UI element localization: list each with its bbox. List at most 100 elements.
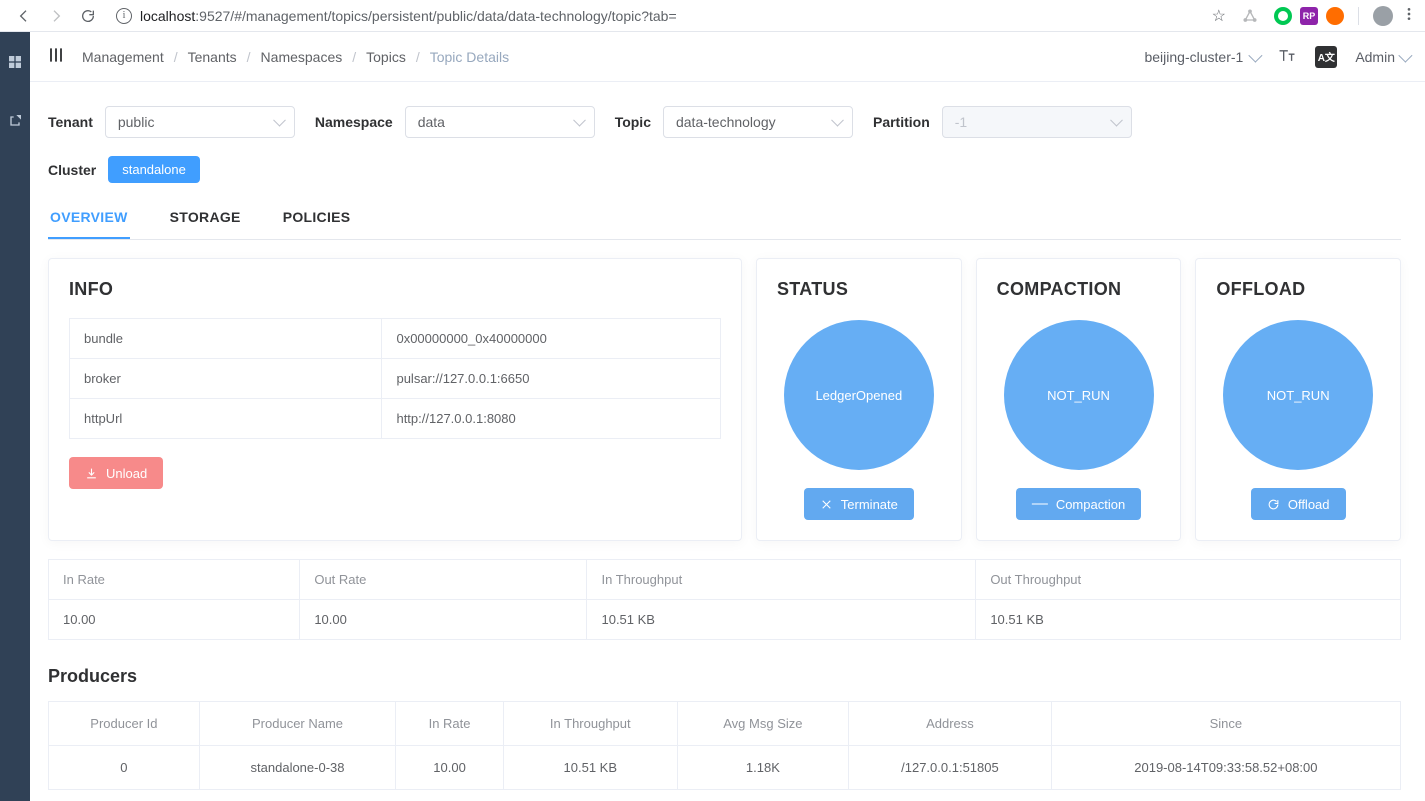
external-link-icon[interactable] — [7, 113, 23, 132]
translate-icon[interactable]: A文 — [1315, 46, 1337, 68]
partition-value: -1 — [955, 114, 967, 130]
rp-ext-icon[interactable]: RP — [1300, 7, 1318, 25]
partition-select: -1 — [942, 106, 1132, 138]
info-card: INFO bundle 0x00000000_0x40000000 broker… — [48, 258, 742, 541]
crumb-sep: / — [416, 49, 420, 65]
tab-overview[interactable]: OVERVIEW — [48, 209, 130, 239]
sidebar — [0, 32, 30, 801]
crumb-topics[interactable]: Topics — [366, 49, 406, 65]
namespace-label: Namespace — [315, 114, 393, 130]
producers-heading: Producers — [48, 666, 1401, 687]
cell-producer-id: 0 — [49, 746, 200, 790]
info-title: INFO — [69, 279, 721, 300]
cell-out-throughput: 10.51 KB — [976, 600, 1401, 640]
col-producer-id: Producer Id — [49, 702, 200, 746]
tab-storage[interactable]: STORAGE — [168, 209, 243, 239]
unload-label: Unload — [106, 466, 147, 481]
crumb-namespaces[interactable]: Namespaces — [261, 49, 343, 65]
col-in-rate: In Rate — [49, 560, 300, 600]
cluster-dropdown[interactable]: beijing-cluster-1 — [1144, 49, 1259, 65]
url-bar[interactable]: i localhost:9527/#/management/topics/per… — [116, 8, 1200, 24]
browser-chrome: i localhost:9527/#/management/topics/per… — [0, 0, 1425, 32]
compaction-label: Compaction — [1056, 497, 1125, 512]
col-since: Since — [1051, 702, 1400, 746]
cluster-tag[interactable]: standalone — [108, 156, 200, 183]
col-address: Address — [849, 702, 1052, 746]
topbar: Management / Tenants / Namespaces / Topi… — [30, 32, 1425, 82]
url-text: localhost:9527/#/management/topics/persi… — [140, 8, 677, 24]
info-table: bundle 0x00000000_0x40000000 broker puls… — [69, 318, 721, 439]
dashboard-icon[interactable] — [7, 54, 23, 73]
status-circle: LedgerOpened — [784, 320, 934, 470]
offload-value: NOT_RUN — [1267, 388, 1330, 403]
cluster-label: beijing-cluster-1 — [1144, 49, 1243, 65]
network-ext-icon[interactable] — [1238, 4, 1262, 28]
namespace-value: data — [418, 114, 445, 130]
cell-out-rate: 10.00 — [300, 600, 587, 640]
tenant-value: public — [118, 114, 155, 130]
unload-button[interactable]: Unload — [69, 457, 163, 489]
info-val: 0x00000000_0x40000000 — [382, 319, 721, 359]
chrome-menu-icon[interactable] — [1401, 6, 1417, 25]
profile-avatar-icon[interactable] — [1373, 6, 1393, 26]
namespace-select[interactable]: data — [405, 106, 595, 138]
col-p-in-rate: In Rate — [396, 702, 504, 746]
compaction-button[interactable]: — Compaction — [1016, 488, 1141, 520]
cell-p-in-throughput: 10.51 KB — [503, 746, 677, 790]
cell-in-rate: 10.00 — [49, 600, 300, 640]
info-row: bundle 0x00000000_0x40000000 — [70, 319, 721, 359]
compaction-title: COMPACTION — [997, 279, 1122, 300]
content: Management / Tenants / Namespaces / Topi… — [30, 32, 1425, 801]
crumb-sep: / — [352, 49, 356, 65]
status-value: LedgerOpened — [815, 388, 902, 403]
main: Tenant public Namespace data Topic data-… — [30, 82, 1425, 801]
col-avg-msg: Avg Msg Size — [677, 702, 848, 746]
topbar-right: beijing-cluster-1 A文 Admin — [1144, 45, 1409, 68]
nav-forward-icon[interactable] — [44, 4, 68, 28]
info-row: broker pulsar://127.0.0.1:6650 — [70, 359, 721, 399]
filter-row-cluster: Cluster standalone — [48, 156, 1401, 183]
offload-label: Offload — [1288, 497, 1330, 512]
tenant-select[interactable]: public — [105, 106, 295, 138]
nav-back-icon[interactable] — [12, 4, 36, 28]
info-key: bundle — [70, 319, 382, 359]
user-dropdown[interactable]: Admin — [1355, 49, 1409, 65]
textsize-icon[interactable] — [1277, 45, 1297, 68]
col-out-throughput: Out Throughput — [976, 560, 1401, 600]
info-row: httpUrl http://127.0.0.1:8080 — [70, 399, 721, 439]
breadcrumb: Management / Tenants / Namespaces / Topi… — [82, 49, 509, 65]
cell-since: 2019-08-14T09:33:58.52+08:00 — [1051, 746, 1400, 790]
user-name: Admin — [1355, 49, 1395, 65]
terminate-label: Terminate — [841, 497, 898, 512]
reload-icon[interactable] — [76, 4, 100, 28]
tab-policies[interactable]: POLICIES — [281, 209, 353, 239]
stats-table: In Rate Out Rate In Throughput Out Throu… — [48, 559, 1401, 640]
download-icon — [85, 467, 98, 480]
crumb-tenants[interactable]: Tenants — [188, 49, 237, 65]
offload-title: OFFLOAD — [1216, 279, 1305, 300]
bookmark-star-icon[interactable]: ☆ — [1212, 6, 1226, 26]
minus-icon: — — [1032, 496, 1048, 512]
offload-button[interactable]: Offload — [1251, 488, 1346, 520]
status-card: STATUS LedgerOpened Terminate — [756, 258, 962, 541]
info-val: pulsar://127.0.0.1:6650 — [382, 359, 721, 399]
cluster-filter-label: Cluster — [48, 162, 96, 178]
info-key: httpUrl — [70, 399, 382, 439]
chrome-divider — [1358, 7, 1359, 25]
filter-row: Tenant public Namespace data Topic data-… — [48, 106, 1401, 138]
site-info-icon[interactable]: i — [116, 8, 132, 24]
topic-select[interactable]: data-technology — [663, 106, 853, 138]
status-title: STATUS — [777, 279, 848, 300]
tabs: OVERVIEW STORAGE POLICIES — [48, 209, 1401, 240]
col-in-throughput: In Throughput — [587, 560, 976, 600]
crumb-sep: / — [247, 49, 251, 65]
orange-ext-icon[interactable] — [1326, 7, 1344, 25]
terminate-button[interactable]: Terminate — [804, 488, 914, 520]
crumb-management[interactable]: Management — [82, 49, 164, 65]
compaction-card: COMPACTION NOT_RUN — Compaction — [976, 258, 1182, 541]
producers-table: Producer Id Producer Name In Rate In Thr… — [48, 701, 1401, 790]
cards-row: INFO bundle 0x00000000_0x40000000 broker… — [48, 258, 1401, 541]
cell-p-in-rate: 10.00 — [396, 746, 504, 790]
grammarly-ext-icon[interactable] — [1274, 7, 1292, 25]
sidebar-toggle-icon[interactable] — [46, 45, 66, 68]
